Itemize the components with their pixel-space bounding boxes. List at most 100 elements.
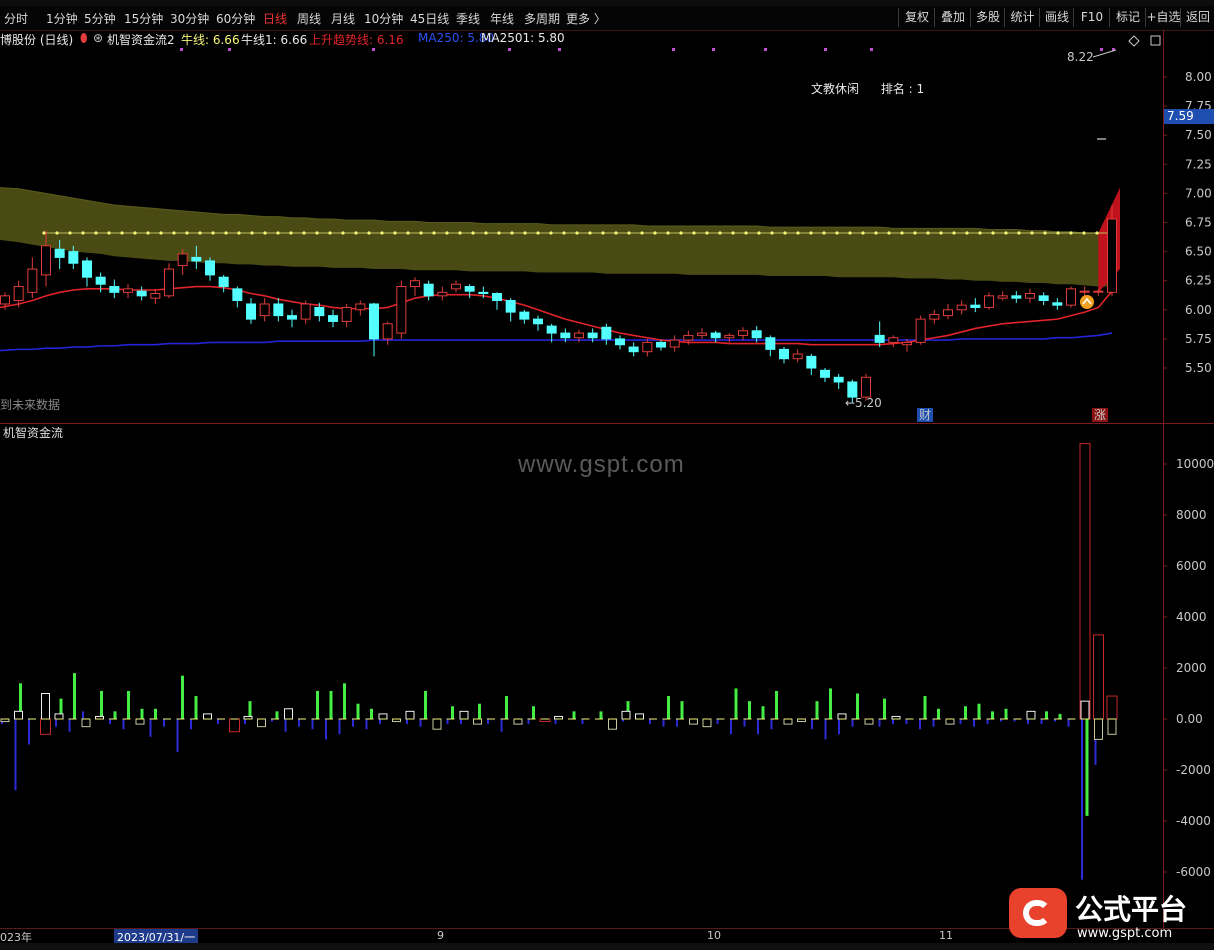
- niu-dot: [263, 231, 267, 235]
- candle-body: [574, 332, 584, 339]
- niu-dot: [393, 231, 397, 235]
- signal-mark: [764, 48, 767, 51]
- niu-dot: [250, 231, 254, 235]
- niu-dot: [471, 231, 475, 235]
- niu-dot: [809, 231, 813, 235]
- candle-body: [1025, 293, 1035, 299]
- candle-body: [478, 291, 489, 295]
- candle-body: [765, 337, 776, 350]
- niu-dot: [614, 231, 618, 235]
- candle-body: [697, 332, 707, 336]
- candle-body: [13, 286, 24, 301]
- flow-white-bar: [459, 710, 469, 720]
- niu-dot: [133, 231, 137, 235]
- niu-dot: [822, 231, 826, 235]
- flow-white-bar: [41, 693, 50, 720]
- candle-body: [546, 325, 557, 334]
- flow-white-bar: [689, 718, 698, 725]
- niu-dot: [159, 231, 163, 235]
- flow-white-bar: [837, 713, 847, 720]
- flow-red-bar: [40, 718, 51, 735]
- candle-body: [533, 318, 543, 325]
- candle-body: [642, 341, 653, 353]
- signal-mark: [824, 48, 827, 51]
- flow-white-bar: [864, 718, 874, 725]
- flow-white-bar: [608, 718, 617, 730]
- candle-body: [997, 295, 1008, 299]
- niu-dot: [536, 231, 540, 235]
- signal-mark: [870, 48, 873, 51]
- candle-body: [656, 341, 666, 348]
- candle-body: [437, 291, 448, 297]
- flow-white-bar: [513, 718, 523, 725]
- candle-body: [259, 303, 270, 317]
- candle-body: [287, 315, 297, 320]
- candle-body: [314, 306, 325, 317]
- candle-body: [382, 323, 393, 340]
- flow-white-bar: [54, 713, 64, 720]
- candle-body: [232, 288, 243, 301]
- flow-tick-label: -4000: [1176, 814, 1211, 828]
- flow-white-bar: [203, 713, 212, 720]
- price-tick-label: 6.50: [1185, 245, 1212, 259]
- niu-dot: [874, 231, 878, 235]
- niu-dot: [913, 231, 917, 235]
- candle-body: [1093, 290, 1104, 293]
- candle-body: [150, 293, 161, 299]
- candle-body: [82, 260, 92, 278]
- niu-dot: [770, 231, 774, 235]
- candle-body: [820, 369, 830, 378]
- flow-white-bar: [1026, 710, 1036, 720]
- niu-dot: [42, 231, 46, 235]
- candle-body: [724, 334, 735, 339]
- niu-dot: [81, 231, 85, 235]
- niu-dot: [926, 231, 930, 235]
- niu-dot: [978, 231, 982, 235]
- candle-body: [328, 315, 338, 322]
- candle-body: [806, 355, 817, 369]
- flow-white-bar: [635, 713, 644, 720]
- niu-dot: [757, 231, 761, 235]
- candle-body: [68, 251, 79, 264]
- candle-body: [902, 341, 912, 346]
- candle-body: [984, 295, 994, 308]
- candle-body: [95, 276, 106, 285]
- candle-body: [628, 346, 639, 353]
- candle-body: [369, 303, 379, 340]
- candle-body: [847, 381, 858, 398]
- date-axis-month-11: 11: [939, 929, 953, 942]
- candle-body: [615, 338, 625, 346]
- flow-white-bar: [702, 718, 712, 728]
- flow-white-bar: [284, 708, 293, 720]
- signal-mark: [508, 48, 511, 51]
- niu-dot: [510, 231, 514, 235]
- candle-body: [1011, 295, 1022, 299]
- flow-tick-label: 2000: [1176, 661, 1207, 675]
- industry-rank: 排名 : 1: [880, 82, 925, 96]
- candle-body: [218, 276, 229, 288]
- niu-dot: [627, 231, 631, 235]
- niu-dot: [952, 231, 956, 235]
- candle-body: [779, 348, 789, 360]
- no-future-data-label: 到未来数据: [0, 398, 61, 412]
- site-logo: 公式平台 www.gspt.com: [1005, 882, 1214, 946]
- flow-white-bar: [1107, 718, 1117, 735]
- price-tick-label: 6.25: [1185, 274, 1212, 288]
- candle-body: [451, 283, 461, 290]
- price-tick-label: 5.75: [1185, 332, 1212, 346]
- niu-dot: [939, 231, 943, 235]
- niu-dot: [55, 231, 59, 235]
- niu-dot: [484, 231, 488, 235]
- high-pointer: [1092, 49, 1117, 58]
- expand-icon: [1128, 35, 1140, 47]
- niu-dot: [367, 231, 371, 235]
- price-tick-label: 7.00: [1185, 186, 1212, 200]
- flow-tick-label: 0.00: [1176, 712, 1203, 726]
- flow-white-bar: [135, 718, 145, 725]
- subchart-title[interactable]: 机智资金流: [3, 424, 63, 441]
- candle-body: [423, 283, 434, 297]
- flow-tick-label: -2000: [1176, 763, 1211, 777]
- high-price-label: 8.22: [1067, 50, 1094, 64]
- candle-body: [738, 330, 748, 336]
- niu-dot: [1056, 231, 1060, 235]
